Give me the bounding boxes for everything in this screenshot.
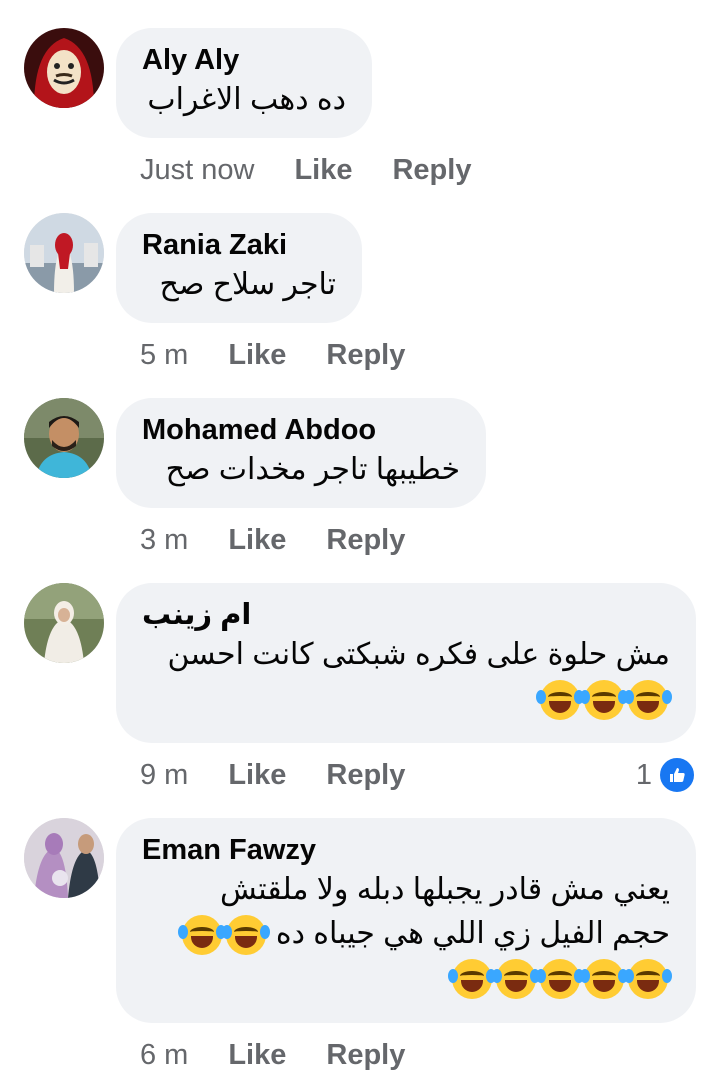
commenter-name[interactable]: Rania Zaki <box>142 227 336 263</box>
comment-actions: 5 m Like Reply <box>140 335 445 375</box>
commenter-name[interactable]: ام زينب <box>142 597 670 633</box>
timestamp[interactable]: 6 m <box>140 1039 188 1072</box>
comment-bubble: ام زينب مش حلوة على فكره شبكتى كانت احسن <box>116 583 696 743</box>
avatar[interactable] <box>24 583 104 663</box>
like-button[interactable]: Like <box>228 1039 286 1072</box>
comment-text: ده دهب الاغراب <box>147 83 346 116</box>
comment-text: يعني مش قادر يجبلها دبله ولا ملقتش <box>220 873 670 906</box>
like-button[interactable]: Like <box>228 759 286 792</box>
timestamp[interactable]: 3 m <box>140 524 188 557</box>
commenter-name[interactable]: Eman Fawzy <box>142 832 670 868</box>
face-with-tears-of-joy-icon <box>177 915 226 956</box>
comment-text: تاجر سلاح صح <box>159 268 337 301</box>
like-button[interactable]: Like <box>294 154 352 187</box>
face-with-tears-of-joy-icon <box>624 680 672 721</box>
comment-text: مش حلوة على فكره شبكتى كانت احسن <box>167 638 670 671</box>
comment-bubble: Eman Fawzy يعني مش قادر يجبلها دبله ولا … <box>116 818 696 1023</box>
like-thumb-icon <box>658 756 696 794</box>
emoji-line <box>142 677 672 721</box>
reaction-count: 1 <box>635 758 652 791</box>
face-with-tears-of-joy-icon <box>624 959 672 1000</box>
comment-bubble: Mohamed Abdoo خطيبها تاجر مخدات صح <box>116 398 486 508</box>
comment-actions: 9 m Like Reply <box>140 755 445 795</box>
like-button[interactable]: Like <box>228 524 286 557</box>
reaction-summary[interactable]: 1 <box>636 755 696 795</box>
comment-text-line-2: حجم الفيل زي اللي هي جيباه ده <box>142 912 670 956</box>
comment-text-fragment: حجم الفيل زي اللي هي جيباه ده <box>275 917 670 950</box>
reply-button[interactable]: Reply <box>326 524 405 557</box>
reply-button[interactable]: Reply <box>326 339 405 372</box>
timestamp[interactable]: 9 m <box>140 759 188 792</box>
commenter-name[interactable]: Aly Aly <box>142 42 346 78</box>
comment-actions: 6 m Like Reply <box>140 1035 445 1075</box>
commenter-name[interactable]: Mohamed Abdoo <box>142 412 460 448</box>
timestamp[interactable]: 5 m <box>140 339 188 372</box>
face-with-tears-of-joy-icon <box>580 680 628 721</box>
timestamp[interactable]: Just now <box>140 154 254 187</box>
comment-actions: Just now Like Reply <box>140 150 511 190</box>
reply-button[interactable]: Reply <box>326 1039 405 1072</box>
avatar[interactable] <box>24 398 104 478</box>
face-with-tears-of-joy-icon <box>536 959 584 1000</box>
comment-bubble: Aly Aly ده دهب الاغراب <box>116 28 372 138</box>
face-with-tears-of-joy-icon <box>536 680 584 721</box>
face-with-tears-of-joy-icon <box>221 915 270 956</box>
reply-button[interactable]: Reply <box>392 154 471 187</box>
face-with-tears-of-joy-icon <box>448 959 496 1000</box>
comment-text: خطيبها تاجر مخدات صح <box>165 453 460 486</box>
like-button[interactable]: Like <box>228 339 286 372</box>
reply-button[interactable]: Reply <box>326 759 405 792</box>
avatar[interactable] <box>24 28 104 108</box>
comment-bubble: Rania Zaki تاجر سلاح صح <box>116 213 362 323</box>
face-with-tears-of-joy-icon <box>492 959 540 1000</box>
comment-actions: 3 m Like Reply <box>140 520 445 560</box>
face-with-tears-of-joy-icon <box>580 959 628 1000</box>
avatar[interactable] <box>24 213 104 293</box>
avatar[interactable] <box>24 818 104 898</box>
emoji-line <box>142 956 672 1000</box>
